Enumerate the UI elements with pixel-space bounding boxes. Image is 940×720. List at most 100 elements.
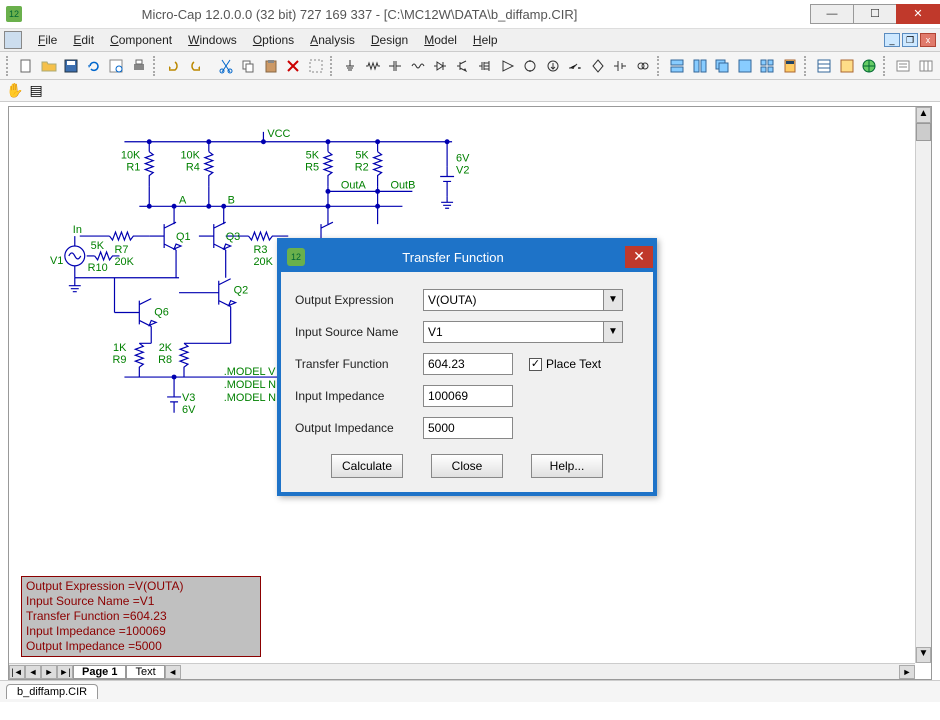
menu-model[interactable]: Model xyxy=(416,31,465,49)
svg-text:R10: R10 xyxy=(88,262,108,274)
menu-analysis[interactable]: Analysis xyxy=(302,31,363,49)
maximize-button[interactable]: ☐ xyxy=(853,4,897,24)
close-dialog-button[interactable]: Close xyxy=(431,454,503,478)
panel-props-icon[interactable] xyxy=(836,55,857,77)
preview-icon[interactable] xyxy=(106,55,127,77)
redo-icon[interactable] xyxy=(185,55,206,77)
save-icon[interactable] xyxy=(61,55,82,77)
globe-icon[interactable] xyxy=(859,55,880,77)
toolbar-grip xyxy=(6,56,10,76)
npn-component-icon[interactable] xyxy=(452,55,473,77)
horizontal-scrollbar[interactable]: |◄ ◄ ► ►| Page 1 Text ◄ ► xyxy=(9,663,915,679)
misc-tool-1-icon[interactable] xyxy=(893,55,914,77)
menu-edit[interactable]: Edit xyxy=(65,31,102,49)
svg-text:5K: 5K xyxy=(355,150,369,162)
svg-text:VCC: VCC xyxy=(267,128,290,140)
chevron-down-icon[interactable]: ▼ xyxy=(603,289,623,311)
diode-component-icon[interactable] xyxy=(430,55,451,77)
opamp-component-icon[interactable] xyxy=(497,55,518,77)
mdi-minimize-button[interactable]: _ xyxy=(884,33,900,47)
vsource-component-icon[interactable] xyxy=(520,55,541,77)
page-prev-icon[interactable]: ◄ xyxy=(25,665,41,679)
mosfet-component-icon[interactable] xyxy=(475,55,496,77)
open-file-icon[interactable] xyxy=(38,55,59,77)
transformer-component-icon[interactable] xyxy=(632,55,653,77)
isource-component-icon[interactable] xyxy=(542,55,563,77)
toolbar-grip-3 xyxy=(330,56,334,76)
result-line-5: Output Impedance =5000 xyxy=(26,639,256,654)
vertical-scrollbar[interactable]: ▲ ▼ xyxy=(915,107,931,663)
paste-icon[interactable] xyxy=(260,55,281,77)
hscroll-left-icon[interactable]: ◄ xyxy=(165,665,181,679)
menu-windows[interactable]: Windows xyxy=(180,31,245,49)
input-source-combo[interactable]: ▼ xyxy=(423,321,623,343)
svg-text:R5: R5 xyxy=(305,162,319,174)
page-tab-text[interactable]: Text xyxy=(126,665,164,679)
page-first-icon[interactable]: |◄ xyxy=(9,665,25,679)
panel-list-icon[interactable] xyxy=(814,55,835,77)
menu-design[interactable]: Design xyxy=(363,31,416,49)
capacitor-component-icon[interactable] xyxy=(385,55,406,77)
place-text-label: Place Text xyxy=(546,357,601,371)
minimize-button[interactable]: — xyxy=(810,4,854,24)
page-next-icon[interactable]: ► xyxy=(41,665,57,679)
pan-tool-icon[interactable]: ✋ xyxy=(6,82,23,99)
switch-component-icon[interactable] xyxy=(565,55,586,77)
dep-source-icon[interactable] xyxy=(587,55,608,77)
scroll-down-icon[interactable]: ▼ xyxy=(916,647,931,663)
menu-file[interactable]: File xyxy=(30,31,65,49)
dialog-title-bar[interactable]: 12 Transfer Function ✕ xyxy=(281,242,653,272)
title-bar: 12 Micro-Cap 12.0.0.0 (32 bit) 727 169 3… xyxy=(0,0,940,28)
menu-help[interactable]: Help xyxy=(465,31,506,49)
mdi-restore-button[interactable]: ❐ xyxy=(902,33,918,47)
revert-icon[interactable] xyxy=(83,55,104,77)
help-button[interactable]: Help... xyxy=(531,454,603,478)
menu-options[interactable]: Options xyxy=(245,31,302,49)
undo-icon[interactable] xyxy=(163,55,184,77)
copy-icon[interactable] xyxy=(238,55,259,77)
svg-text:5K: 5K xyxy=(306,150,320,162)
svg-text:.MODEL V: .MODEL V xyxy=(224,366,276,378)
cut-icon[interactable] xyxy=(215,55,236,77)
page-tab-page1[interactable]: Page 1 xyxy=(73,665,126,679)
misc-tool-2-icon[interactable] xyxy=(916,55,937,77)
close-button[interactable]: ✕ xyxy=(896,4,940,24)
chevron-down-icon-2[interactable]: ▼ xyxy=(603,321,623,343)
new-file-icon[interactable] xyxy=(16,55,37,77)
scroll-up-icon[interactable]: ▲ xyxy=(916,107,931,123)
window-grid-icon[interactable] xyxy=(757,55,778,77)
output-expression-combo[interactable]: ▼ xyxy=(423,289,623,311)
vscroll-thumb[interactable] xyxy=(916,123,931,141)
mdi-close-button[interactable]: x xyxy=(920,33,936,47)
dialog-icon: 12 xyxy=(287,248,305,266)
window-cascade-icon[interactable] xyxy=(712,55,733,77)
page-last-icon[interactable]: ►| xyxy=(57,665,73,679)
svg-text:R3: R3 xyxy=(254,244,268,256)
hscroll-right-icon[interactable]: ► xyxy=(899,665,915,679)
checkbox-checked-icon[interactable]: ✓ xyxy=(529,358,542,371)
zoom-fit-icon[interactable] xyxy=(305,55,326,77)
dialog-close-button[interactable]: ✕ xyxy=(625,246,653,268)
window-max-icon[interactable] xyxy=(734,55,755,77)
toolbar-grip-5 xyxy=(804,56,808,76)
window-tile-v-icon[interactable] xyxy=(689,55,710,77)
input-source-input[interactable] xyxy=(423,321,603,343)
inductor-component-icon[interactable] xyxy=(407,55,428,77)
input-source-label: Input Source Name xyxy=(295,325,423,339)
menu-component[interactable]: Component xyxy=(102,31,180,49)
document-tab[interactable]: b_diffamp.CIR xyxy=(6,684,98,699)
svg-text:Q6: Q6 xyxy=(154,307,169,319)
resistor-component-icon[interactable] xyxy=(362,55,383,77)
dialog-title: Transfer Function xyxy=(315,250,625,265)
calculate-button[interactable]: Calculate xyxy=(331,454,403,478)
window-tile-h-icon[interactable] xyxy=(667,55,688,77)
battery-component-icon[interactable] xyxy=(610,55,631,77)
toolbar-grip-6 xyxy=(883,56,887,76)
calculator-icon[interactable] xyxy=(779,55,800,77)
print-icon[interactable] xyxy=(128,55,149,77)
ground-component-icon[interactable] xyxy=(340,55,361,77)
place-text-checkbox[interactable]: ✓ Place Text xyxy=(529,357,601,371)
output-expression-input[interactable] xyxy=(423,289,603,311)
select-tool-icon[interactable]: ▤ xyxy=(29,82,42,99)
delete-icon[interactable] xyxy=(283,55,304,77)
